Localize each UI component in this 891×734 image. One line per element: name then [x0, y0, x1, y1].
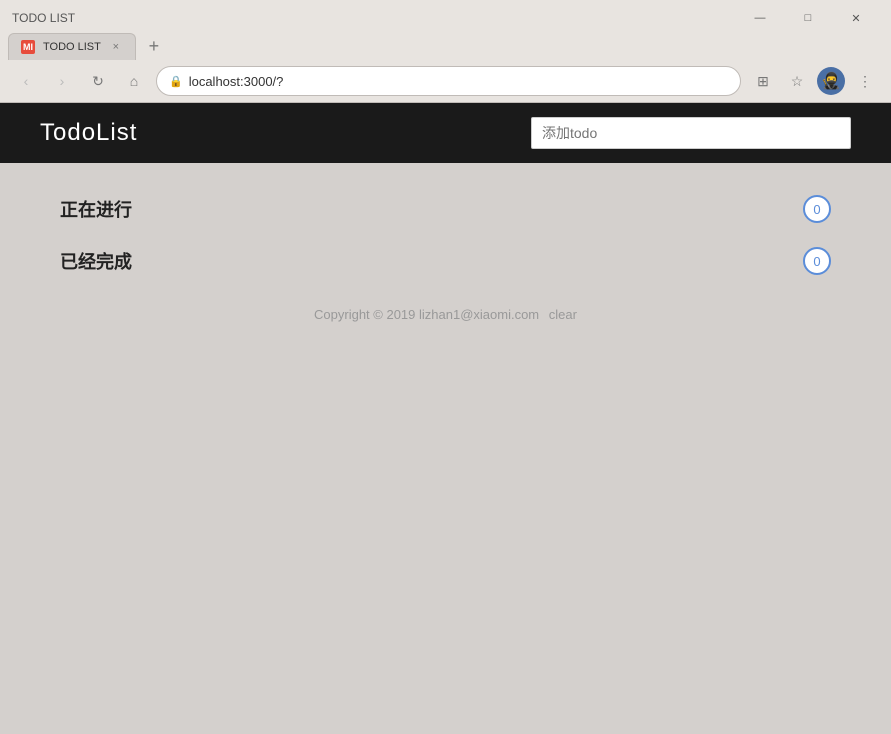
clear-button[interactable]: clear [549, 307, 577, 322]
window-controls: — □ ✕ [737, 4, 879, 32]
todo-input[interactable] [531, 117, 851, 149]
new-tab-button[interactable]: + [140, 32, 168, 60]
home-button[interactable]: ⌂ [120, 67, 148, 95]
app-content: 正在进行 0 已经完成 0 Copyright © 2019 lizhan1@x… [0, 163, 891, 362]
footer: Copyright © 2019 lizhan1@xiaomi.com clea… [60, 287, 831, 342]
tab-favicon: MI [21, 40, 35, 54]
menu-button[interactable]: ⋮ [851, 67, 879, 95]
profile-avatar[interactable]: 🥷 [817, 67, 845, 95]
in-progress-section: 正在进行 0 [60, 183, 831, 235]
window-title-bar: TODO LIST — □ ✕ [0, 0, 891, 32]
window-title: TODO LIST [12, 11, 737, 25]
minimize-button[interactable]: — [737, 4, 783, 32]
tabs-bar: MI TODO LIST × + [0, 32, 891, 60]
browser-actions: ⊞ ☆ 🥷 ⋮ [749, 67, 879, 95]
active-tab[interactable]: MI TODO LIST × [8, 33, 136, 60]
address-input-wrapper[interactable]: 🔒 localhost:3000/? [156, 66, 741, 96]
completed-section: 已经完成 0 [60, 235, 831, 287]
app-title: TodoList [40, 119, 137, 147]
forward-button[interactable]: › [48, 67, 76, 95]
maximize-button[interactable]: □ [785, 4, 831, 32]
in-progress-label: 正在进行 [60, 196, 132, 222]
bookmark-button[interactable]: ☆ [783, 67, 811, 95]
address-text: localhost:3000/? [189, 74, 728, 89]
back-button[interactable]: ‹ [12, 67, 40, 95]
app-header: TodoList [0, 103, 891, 163]
close-button[interactable]: ✕ [833, 4, 879, 32]
tab-close-button[interactable]: × [109, 40, 123, 54]
completed-count: 0 [803, 247, 831, 275]
refresh-button[interactable]: ↻ [84, 67, 112, 95]
address-bar: ‹ › ↻ ⌂ 🔒 localhost:3000/? ⊞ ☆ 🥷 ⋮ [0, 60, 891, 102]
translate-button[interactable]: ⊞ [749, 67, 777, 95]
app-container: TodoList 正在进行 0 已经完成 0 Copyright © 2019 … [0, 103, 891, 734]
tab-title: TODO LIST [43, 41, 101, 53]
lock-icon: 🔒 [169, 75, 183, 88]
browser-chrome: MI TODO LIST × + ‹ › ↻ ⌂ 🔒 localhost:300… [0, 32, 891, 103]
in-progress-count: 0 [803, 195, 831, 223]
completed-label: 已经完成 [60, 248, 132, 274]
copyright-text: Copyright © 2019 lizhan1@xiaomi.com [314, 307, 539, 322]
